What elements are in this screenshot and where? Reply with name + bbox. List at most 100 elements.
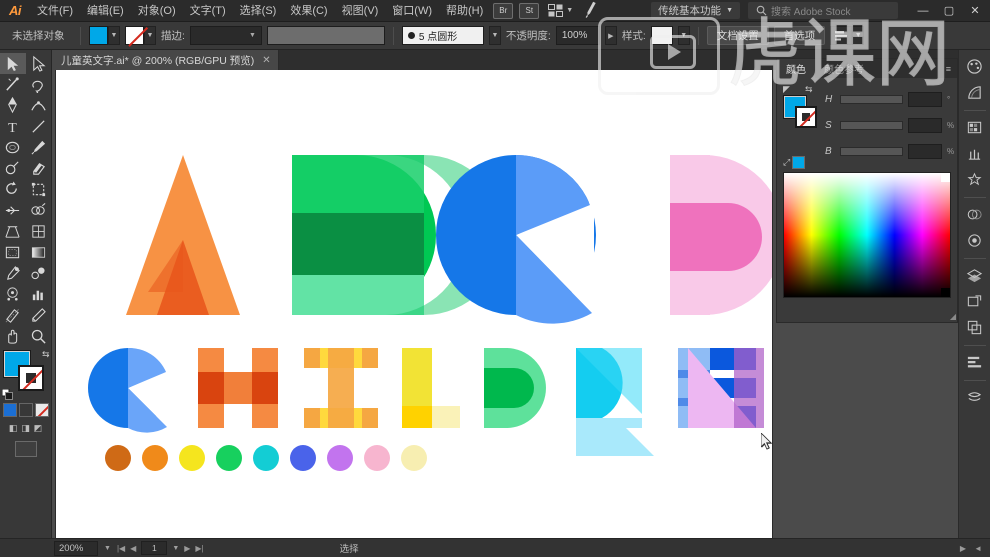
bridge-icon[interactable]: Br <box>493 2 514 19</box>
chevron-down-icon[interactable]: ▼ <box>852 26 865 45</box>
letter-n-small-shape[interactable] <box>688 348 774 430</box>
blend-tool[interactable] <box>26 263 52 284</box>
menu-file[interactable]: 文件(F) <box>30 0 80 22</box>
align-icon[interactable] <box>830 26 853 45</box>
none-mode-button[interactable] <box>34 403 49 417</box>
slider-track-s[interactable] <box>840 120 903 130</box>
mesh-tool[interactable] <box>26 221 52 242</box>
graphic-style-swatch[interactable] <box>650 26 673 45</box>
layers-panel-icon[interactable] <box>962 263 988 288</box>
swatch-orange[interactable] <box>142 445 168 471</box>
gradient-tool[interactable] <box>26 242 52 263</box>
status-play-icon[interactable]: ▶ <box>960 544 966 553</box>
stock-search-field[interactable]: 搜索 Adobe Stock <box>748 2 898 19</box>
last-artboard-button[interactable]: ▶| <box>195 544 203 553</box>
slider-value-s[interactable] <box>908 117 942 133</box>
color-guide-icon[interactable] <box>962 80 988 105</box>
libraries-panel-icon[interactable] <box>962 385 988 410</box>
stroke-color-control[interactable]: ▼ <box>125 26 156 45</box>
white-corner-swatch[interactable] <box>941 173 950 182</box>
curvature-tool[interactable] <box>26 95 52 116</box>
pen-tool[interactable] <box>0 95 26 116</box>
pathfinder-panel-icon[interactable] <box>962 315 988 340</box>
opacity-field[interactable]: 100% <box>555 26 600 45</box>
swatch-pink[interactable] <box>364 445 390 471</box>
column-graph-tool[interactable] <box>26 284 52 305</box>
maximize-button[interactable]: ▢ <box>936 0 962 22</box>
align-control[interactable]: ▼ <box>830 26 865 45</box>
align-panel-icon[interactable] <box>962 350 988 375</box>
chevron-down-icon[interactable]: ▼ <box>172 545 179 552</box>
panel-color-button[interactable] <box>792 156 806 169</box>
appearance-panel-icon[interactable] <box>962 228 988 253</box>
minimize-button[interactable]: — <box>910 0 936 22</box>
slider-value-h[interactable] <box>908 91 942 107</box>
paintbrush-tool[interactable] <box>26 137 52 158</box>
swatch-yellow[interactable] <box>179 445 205 471</box>
gradient-mode-button[interactable] <box>18 403 33 417</box>
stroke-weight-field[interactable]: ▼ <box>189 26 262 45</box>
selection-tool[interactable] <box>0 53 26 74</box>
transparency-panel-icon[interactable] <box>962 202 988 227</box>
free-transform-tool[interactable] <box>26 179 52 200</box>
prev-artboard-button[interactable]: ◀ <box>130 544 136 553</box>
fill-color-control[interactable]: ▼ <box>89 26 120 45</box>
swatch-green[interactable] <box>216 445 242 471</box>
line-segment-tool[interactable] <box>26 116 52 137</box>
default-fill-stroke-icon[interactable] <box>1 387 13 400</box>
default-fill-stroke-icon[interactable]: ⤢ <box>783 157 790 168</box>
draw-inside-icon[interactable]: ◩ <box>34 423 43 434</box>
zoom-level-field[interactable]: 200% <box>54 540 98 556</box>
chevron-down-icon[interactable]: ▶ <box>604 26 617 45</box>
magic-wand-tool[interactable] <box>0 74 26 95</box>
chevron-down-icon[interactable]: ▼ <box>488 26 501 45</box>
close-icon[interactable]: ✕ <box>262 55 270 66</box>
stroke-swatch-tool[interactable] <box>17 365 44 391</box>
brush-icon[interactable] <box>581 0 602 21</box>
draw-behind-icon[interactable]: ◨ <box>21 423 30 434</box>
swap-fill-stroke-icon[interactable]: ⇆ <box>42 349 50 360</box>
letter-A[interactable] <box>126 155 240 315</box>
status-resize-icon[interactable]: ◄ <box>974 544 982 553</box>
menu-view[interactable]: 视图(V) <box>335 0 386 22</box>
stroke-swatch[interactable] <box>125 26 144 45</box>
brushes-panel-icon[interactable] <box>962 141 988 166</box>
artboard[interactable] <box>56 70 774 538</box>
first-artboard-button[interactable]: |◀ <box>117 544 125 553</box>
letter-l-small[interactable] <box>402 348 460 428</box>
swatch-cream[interactable] <box>401 445 427 471</box>
shape-builder-tool[interactable] <box>26 200 52 221</box>
chevron-down-icon[interactable]: ▼ <box>104 545 111 552</box>
rotate-tool[interactable] <box>0 179 26 200</box>
menu-select[interactable]: 选择(S) <box>233 0 284 22</box>
panel-stroke-swatch[interactable] <box>795 106 817 128</box>
menu-type[interactable]: 文字(T) <box>183 0 233 22</box>
menu-edit[interactable]: 编辑(E) <box>80 0 131 22</box>
fill-swatch[interactable] <box>89 26 108 45</box>
next-artboard-button[interactable]: ▶ <box>184 544 190 553</box>
black-corner-swatch[interactable] <box>941 288 950 297</box>
slider-track-b[interactable] <box>840 146 903 156</box>
tab-color-guide[interactable]: 颜色参考 <box>815 59 873 78</box>
symbol-sprayer-tool[interactable] <box>0 284 26 305</box>
arrange-documents-icon[interactable]: ▼ <box>548 4 573 17</box>
swatch-purple[interactable] <box>327 445 353 471</box>
symbols-panel-icon[interactable] <box>962 167 988 192</box>
letter-D[interactable] <box>670 155 772 315</box>
menu-object[interactable]: 对象(O) <box>131 0 183 22</box>
color-mode-button[interactable] <box>2 403 17 417</box>
panel-resize-handle[interactable]: ◢ <box>950 312 956 321</box>
swatches-panel-icon[interactable] <box>962 115 988 140</box>
color-panel-icon[interactable] <box>962 54 988 79</box>
type-tool[interactable]: T <box>0 116 26 137</box>
letter-i-small[interactable] <box>304 348 378 428</box>
slice-tool[interactable] <box>0 305 26 326</box>
hand-tool-alt[interactable] <box>26 305 52 326</box>
width-tool[interactable] <box>0 200 26 221</box>
swatch-cyan[interactable] <box>253 445 279 471</box>
letter-c-small[interactable] <box>88 347 168 433</box>
lasso-tool[interactable] <box>26 74 52 95</box>
document-tab[interactable]: 儿童英文字.ai* @ 200% (RGB/GPU 预览) ✕ <box>52 50 279 70</box>
preferences-button[interactable]: 首选项 <box>773 26 826 45</box>
menu-window[interactable]: 窗口(W) <box>385 0 439 22</box>
